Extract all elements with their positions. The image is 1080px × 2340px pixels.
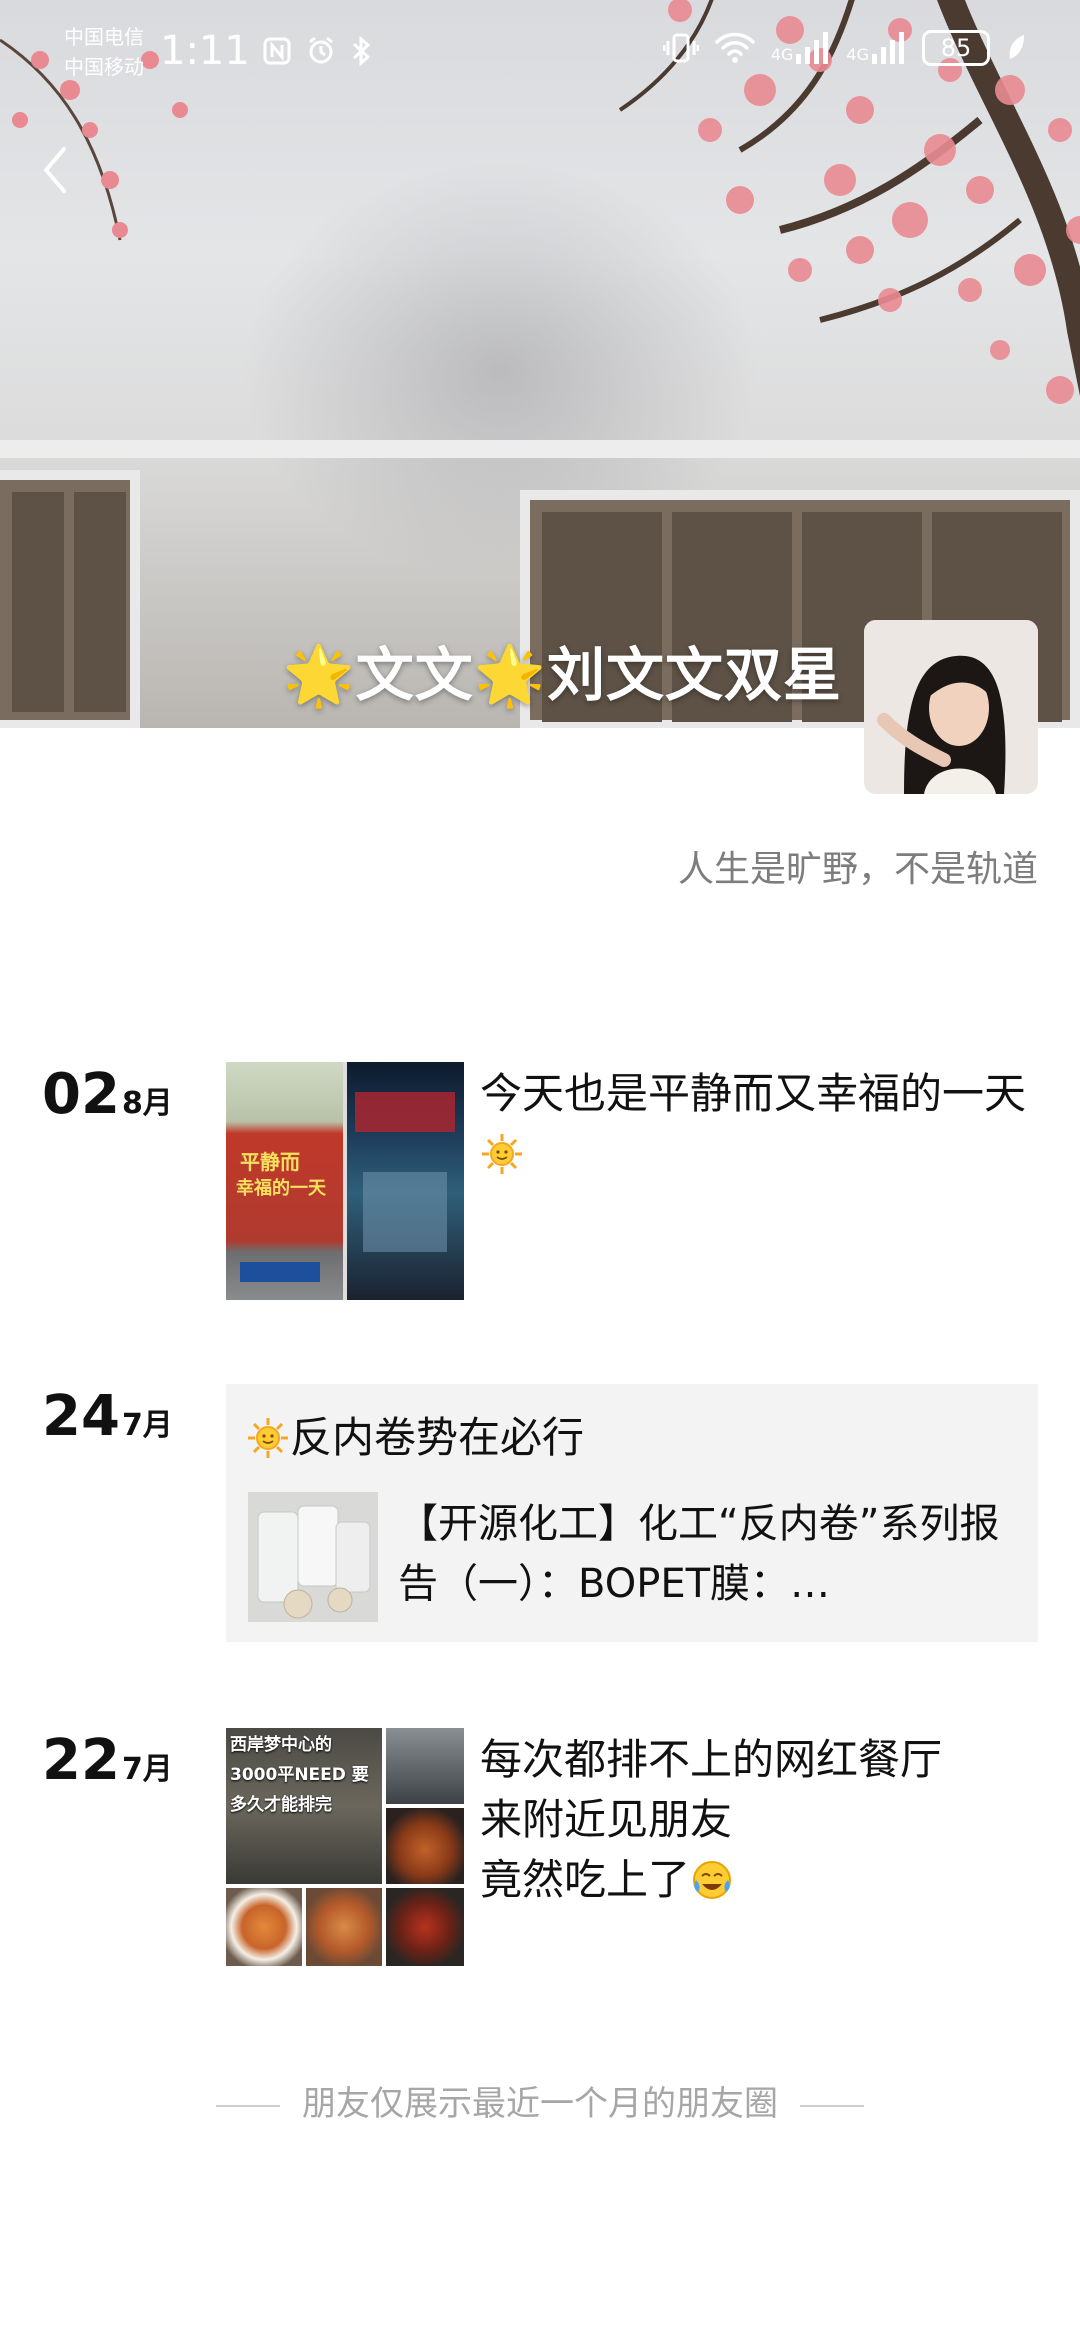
- post-image-poster: [347, 1062, 464, 1300]
- film-rolls-image: [248, 1492, 378, 1622]
- signal-2: 4G: [846, 32, 906, 64]
- shared-article-thumbnail: [248, 1492, 378, 1622]
- post-month: 8月: [121, 1086, 173, 1121]
- post-date: 227月: [42, 1728, 173, 1793]
- grid-image-dish-1: [386, 1808, 464, 1884]
- profile-display-name: 🌟文文🌟刘文文双星: [282, 641, 842, 709]
- network-2-label: 4G: [846, 45, 869, 64]
- window-left: [0, 470, 140, 728]
- nfc-icon: [263, 37, 291, 65]
- billboard-text-1: 平静而: [240, 1150, 300, 1174]
- grid-image-dish-2: [226, 1888, 302, 1966]
- post-date: 247月: [42, 1384, 173, 1449]
- grid-image-dish-4: [386, 1888, 464, 1966]
- post-month: 7月: [121, 1752, 173, 1787]
- moment-post[interactable]: 227月 西岸梦中心的 3000平NEED 要多久才能排完 每次都排不上的网红餐…: [0, 1728, 1080, 1978]
- moments-visibility-note: 朋友仅展示最近一个月的朋友圈: [0, 2076, 1080, 2125]
- cover-photo[interactable]: 🌟文文🌟刘文文双星: [0, 0, 1080, 728]
- moment-post[interactable]: 247月 反内卷势在必行 【开源化工】化工“反内卷”系列报告（一）：BOPET膜…: [0, 1384, 1080, 1644]
- status-time: 1:11: [160, 28, 250, 74]
- grid-image-main: 西岸梦中心的 3000平NEED 要多久才能排完: [226, 1728, 382, 1884]
- network-1-label: 4G: [770, 45, 794, 64]
- signal-bars-icon: [796, 32, 829, 64]
- post-day: 22: [42, 1728, 120, 1793]
- sun-emoji-icon: [482, 1134, 522, 1174]
- sun-emoji-icon: [248, 1418, 288, 1458]
- billboard-text-2: 幸福的一天: [236, 1178, 326, 1199]
- carrier-1-label: 中国电信: [64, 25, 144, 49]
- post-image-grid[interactable]: 西岸梦中心的 3000平NEED 要多久才能排完: [226, 1728, 464, 1966]
- post-image-collage[interactable]: 平静而 幸福的一天: [226, 1062, 464, 1300]
- grid-image-caption: 西岸梦中心的 3000平NEED 要多久才能排完: [230, 1735, 369, 1815]
- status-bar: 中国电信 中国移动 1:11 4G 4G 85: [0, 0, 1080, 100]
- post-text-line-2: 来附近见朋友: [480, 1795, 733, 1844]
- avatar[interactable]: [864, 620, 1038, 794]
- shared-article-title: 【开源化工】化工“反内卷”系列报告（一）：BOPET膜：…: [398, 1501, 1000, 1607]
- street-sign: [240, 1262, 320, 1282]
- grid-image-dish-3: [306, 1888, 382, 1966]
- post-day: 02: [42, 1062, 120, 1127]
- divider-right: [800, 2104, 864, 2107]
- post-text-line-3-wrap: 竟然吃上了: [480, 1850, 1038, 1910]
- carrier-labels: 中国电信 中国移动: [64, 22, 144, 82]
- share-caption-text: 反内卷势在必行: [290, 1413, 585, 1462]
- post-text-line-1: 每次都排不上的网红餐厅: [480, 1735, 943, 1784]
- post-image-billboard: 平静而 幸福的一天: [226, 1062, 343, 1300]
- post-text: 每次都排不上的网红餐厅 来附近见朋友 竟然吃上了: [480, 1730, 1038, 1910]
- signal-1: 4G: [771, 32, 831, 64]
- signal-bars-icon: [872, 32, 904, 64]
- post-text-line-3: 竟然吃上了: [480, 1855, 691, 1904]
- tears-of-joy-emoji-icon: [693, 1861, 732, 1899]
- status-left-icons: [262, 36, 372, 66]
- alarm-icon: [309, 36, 333, 64]
- share-caption: 反内卷势在必行: [246, 1404, 584, 1465]
- status-right-icons: 4G 4G 85: [662, 30, 1026, 66]
- battery-indicator: 85: [922, 30, 990, 66]
- wifi-icon: [715, 32, 755, 63]
- moments-visibility-text: 朋友仅展示最近一个月的朋友圈: [302, 2084, 778, 2124]
- bluetooth-icon: [352, 36, 371, 66]
- post-date: 028月: [42, 1062, 173, 1127]
- back-button[interactable]: [30, 140, 80, 200]
- moment-post[interactable]: 028月 平静而 幸福的一天 今天也是平静而又幸福的一天: [0, 1062, 1080, 1302]
- post-text: 今天也是平静而又幸福的一天: [480, 1064, 1038, 1184]
- vibrate-icon: [662, 33, 699, 63]
- carrier-2-label: 中国移动: [64, 55, 144, 79]
- avatar-portrait: [864, 620, 1038, 794]
- shared-article-card[interactable]: 反内卷势在必行 【开源化工】化工“反内卷”系列报告（一）：BOPET膜：…: [226, 1384, 1038, 1642]
- chevron-left-icon: [44, 147, 66, 193]
- power-saving-leaf-icon: [1009, 35, 1024, 59]
- grid-image-crowd: [386, 1728, 464, 1804]
- profile-signature: 人生是旷野，不是轨道: [677, 849, 1038, 890]
- post-text-content: 今天也是平静而又幸福的一天: [480, 1069, 1027, 1118]
- post-month: 7月: [121, 1408, 173, 1443]
- divider-left: [216, 2104, 280, 2107]
- post-day: 24: [42, 1384, 120, 1449]
